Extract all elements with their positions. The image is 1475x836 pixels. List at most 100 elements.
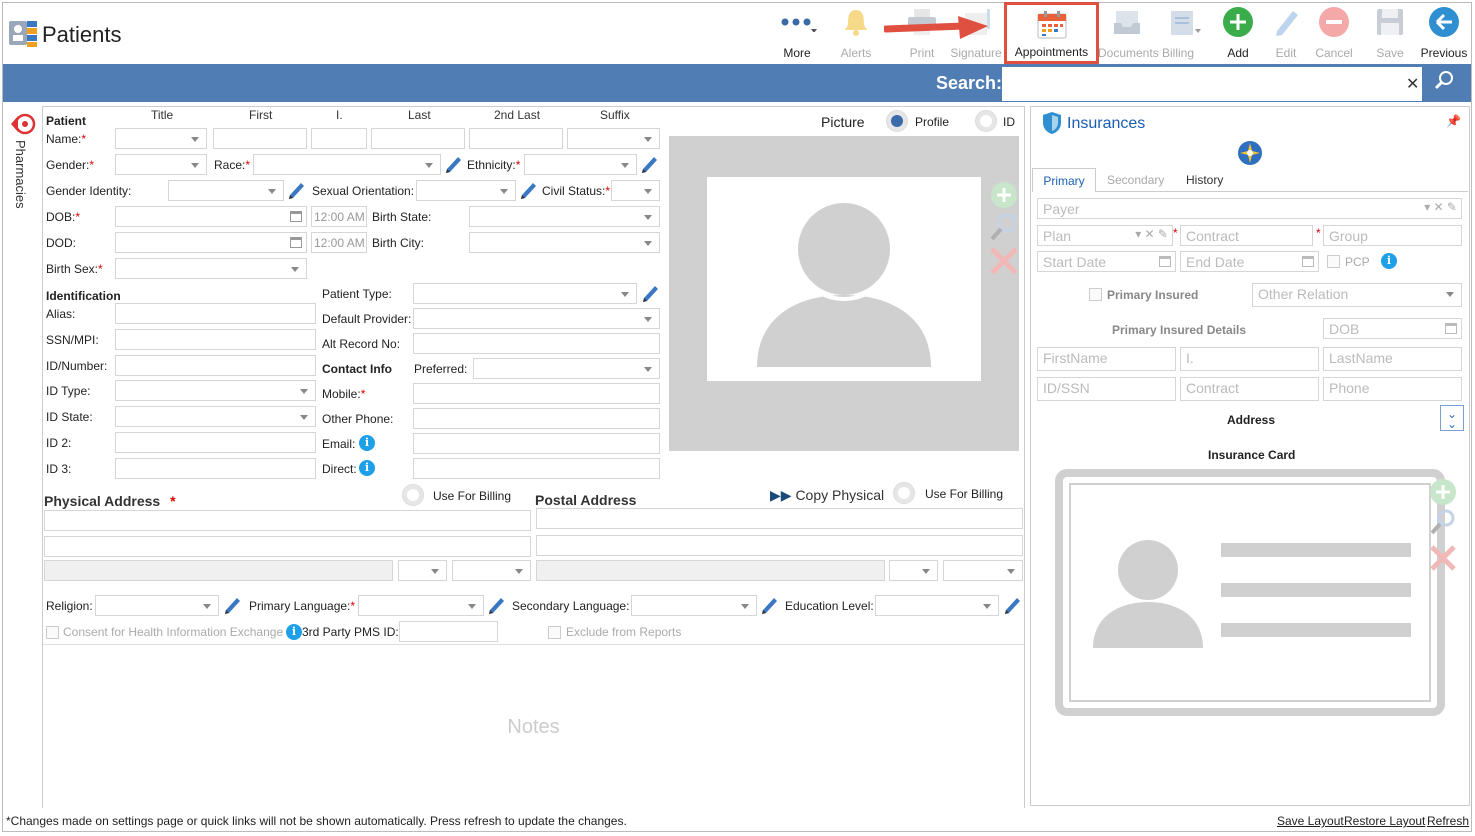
title-select[interactable] (115, 128, 207, 149)
appointments-button[interactable]: Appointments (1004, 2, 1099, 64)
refresh-link[interactable]: Refresh (1427, 814, 1469, 828)
pcp-checkbox[interactable] (1327, 255, 1340, 268)
direct-info-icon[interactable]: i (359, 460, 375, 476)
add-card-plus-icon[interactable] (1429, 478, 1457, 506)
ssn-input[interactable] (115, 329, 316, 350)
dod-calendar-icon[interactable] (290, 237, 302, 248)
education-level-edit-pencil-icon[interactable] (1003, 595, 1023, 615)
third-party-input[interactable] (399, 621, 498, 642)
add-picture-plus-icon[interactable] (989, 180, 1019, 210)
gender-select[interactable] (115, 154, 207, 175)
search-clear-icon[interactable]: ✕ (1406, 74, 1419, 94)
alt-record-input[interactable] (413, 333, 660, 354)
id-state-select[interactable] (115, 406, 316, 427)
mobile-input[interactable] (413, 383, 660, 404)
secondary-language-select[interactable] (631, 595, 757, 616)
insured-firstname-input[interactable]: FirstName (1037, 347, 1176, 371)
expand-address-chevron-icon[interactable]: ⌄ ⌄ (1440, 405, 1464, 431)
pcp-info-icon[interactable]: i (1381, 253, 1397, 269)
start-date-input[interactable]: Start Date (1037, 251, 1176, 272)
email-input[interactable] (413, 433, 660, 454)
insurance-lookup-globe-icon[interactable] (1237, 140, 1263, 166)
delete-card-x-icon[interactable] (1429, 544, 1457, 572)
insured-dob-calendar-icon[interactable] (1445, 323, 1457, 334)
pharmacies-target-icon[interactable] (10, 112, 36, 136)
secondary-language-edit-pencil-icon[interactable] (760, 595, 780, 615)
postal-address-line2[interactable] (536, 535, 1023, 556)
insured-contract-input[interactable]: Contract (1180, 377, 1319, 401)
postal-city-input[interactable] (536, 560, 885, 581)
sexual-orientation-select[interactable] (416, 180, 516, 201)
primary-language-select[interactable] (358, 595, 484, 616)
copy-physical-button[interactable]: ▶▶ Copy Physical (770, 487, 884, 504)
civil-status-select[interactable] (611, 180, 660, 201)
dob-input[interactable] (115, 206, 307, 227)
default-provider-select[interactable] (413, 308, 660, 329)
edit-button[interactable]: Edit (1266, 6, 1306, 60)
initial-input[interactable] (311, 128, 367, 149)
dob-calendar-icon[interactable] (290, 211, 302, 222)
birth-city-select[interactable] (469, 232, 660, 253)
zoom-card-magnifier-icon[interactable] (1429, 508, 1457, 536)
id-number-input[interactable] (115, 355, 316, 376)
first-name-input[interactable] (213, 128, 307, 149)
insured-phone-input[interactable]: Phone (1323, 377, 1462, 401)
id3-input[interactable] (115, 458, 316, 479)
alerts-button[interactable]: Alerts (834, 6, 878, 60)
tab-history[interactable]: History (1186, 173, 1223, 187)
race-select[interactable] (253, 154, 441, 175)
physical-use-for-billing-radio[interactable] (402, 484, 424, 506)
preferred-select[interactable] (473, 358, 660, 379)
sexual-orientation-edit-pencil-icon[interactable] (519, 180, 539, 200)
insured-id-ssn-input[interactable]: ID/SSN (1037, 377, 1176, 401)
plan-select[interactable]: Plan ▾ ✕ ✎ (1037, 225, 1173, 246)
insured-initial-input[interactable]: I. (1180, 347, 1319, 371)
search-magnifier-icon[interactable] (1434, 70, 1454, 90)
physical-zip-select[interactable] (452, 560, 531, 581)
suffix-select[interactable] (567, 128, 660, 149)
consent-checkbox[interactable] (46, 626, 59, 639)
save-layout-link[interactable]: Save Layout (1277, 814, 1344, 828)
profile-radio[interactable] (886, 110, 908, 132)
delete-picture-x-icon[interactable] (989, 246, 1019, 276)
gender-identity-select[interactable] (168, 180, 284, 201)
exclude-reports-checkbox[interactable] (548, 626, 561, 639)
id-radio[interactable] (975, 110, 997, 132)
religion-select[interactable] (95, 595, 219, 616)
more-button[interactable]: More (774, 6, 820, 60)
tab-primary[interactable]: Primary (1032, 168, 1096, 192)
postal-use-for-billing-radio[interactable] (893, 482, 915, 504)
notes-textarea[interactable]: Notes (43, 644, 1024, 806)
dod-input[interactable] (115, 232, 307, 253)
patient-type-edit-pencil-icon[interactable] (641, 283, 661, 303)
primary-language-edit-pencil-icon[interactable] (487, 595, 507, 615)
tab-secondary[interactable]: Secondary (1107, 173, 1164, 187)
restore-layout-link[interactable]: Restore Layout (1344, 814, 1425, 828)
postal-state-select[interactable] (889, 560, 938, 581)
insured-dob-input[interactable]: DOB (1323, 318, 1462, 339)
primary-insured-checkbox[interactable] (1089, 288, 1102, 301)
second-last-name-input[interactable] (469, 128, 563, 149)
patient-type-select[interactable] (413, 283, 637, 304)
education-level-select[interactable] (875, 595, 999, 616)
payer-select[interactable]: Payer ▾ ✕ ✎ (1037, 198, 1462, 219)
postal-zip-select[interactable] (943, 560, 1023, 581)
pharmacies-tab[interactable]: Pharmacies (13, 140, 28, 209)
email-info-icon[interactable]: i (359, 435, 375, 451)
gender-identity-edit-pencil-icon[interactable] (287, 180, 307, 200)
religion-edit-pencil-icon[interactable] (223, 595, 243, 615)
insured-lastname-input[interactable]: LastName (1323, 347, 1462, 371)
id2-input[interactable] (115, 432, 316, 453)
end-date-calendar-icon[interactable] (1302, 256, 1314, 267)
physical-city-input[interactable] (44, 560, 393, 581)
contract-input[interactable]: Contract (1180, 225, 1313, 246)
alias-input[interactable] (115, 303, 316, 324)
birth-state-select[interactable] (469, 206, 660, 227)
zoom-picture-magnifier-icon[interactable] (989, 212, 1019, 242)
billing-button[interactable]: Billing (1158, 6, 1210, 60)
ethnicity-select[interactable] (524, 154, 637, 175)
save-button[interactable]: Save (1370, 6, 1410, 60)
cancel-button[interactable]: Cancel (1312, 6, 1356, 60)
dod-time-input[interactable]: 12:00 AM (311, 232, 367, 253)
dob-time-input[interactable]: 12:00 AM (311, 206, 367, 227)
